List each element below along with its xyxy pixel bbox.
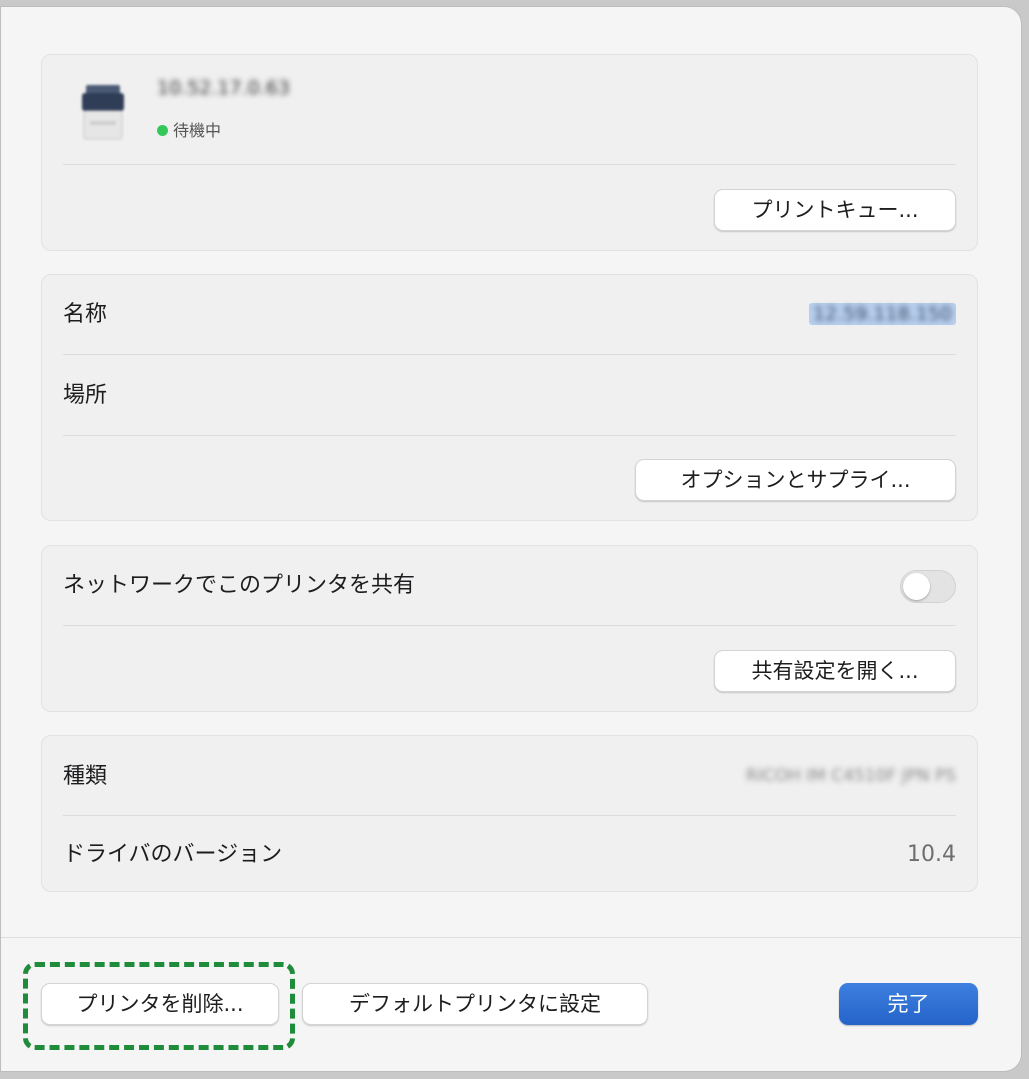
toggle-knob [903,573,930,600]
driver-version-value: 10.4 [907,842,956,867]
status-dot-icon [157,125,168,136]
driver-version-label: ドライバのバージョン [63,842,283,867]
printer-details-card: 名称 12.59.118.150 場所 オプションとサプライ... [41,274,978,521]
location-label: 場所 [63,383,108,408]
kind-label: 種類 [63,764,108,789]
name-label: 名称 [63,302,108,327]
kind-value: RICOH IM C4510F JPN PS [745,766,956,786]
printer-status: 待機中 [157,117,221,141]
share-printer-label: ネットワークでこのプリンタを共有 [63,573,416,598]
share-toggle[interactable] [900,570,956,603]
printer-icon [80,83,126,141]
open-sharing-settings-button[interactable]: 共有設定を開く... [714,650,956,692]
sharing-card: ネットワークでこのプリンタを共有 共有設定を開く... [41,545,978,712]
footer-divider [1,937,1021,938]
printer-name: 10.52.17.0.63 [157,77,290,99]
divider [63,625,956,626]
printer-info-dialog: 10.52.17.0.63 待機中 プリントキュー... 名称 12.59.11… [0,6,1022,1072]
remove-printer-button[interactable]: プリンタを削除... [41,983,279,1025]
done-button[interactable]: 完了 [839,983,978,1025]
printer-summary-card: 10.52.17.0.63 待機中 プリントキュー... [41,54,978,251]
printer-info-card: 種類 RICOH IM C4510F JPN PS ドライバのバージョン 10.… [41,735,978,892]
options-supplies-button[interactable]: オプションとサプライ... [635,459,956,501]
set-default-printer-button[interactable]: デフォルトプリンタに設定 [302,983,648,1025]
print-queue-button[interactable]: プリントキュー... [714,189,956,231]
divider [63,354,956,355]
printer-status-text: 待機中 [173,121,222,140]
divider [63,815,956,816]
divider [63,164,956,165]
name-value[interactable]: 12.59.118.150 [808,303,956,325]
divider [63,435,956,436]
